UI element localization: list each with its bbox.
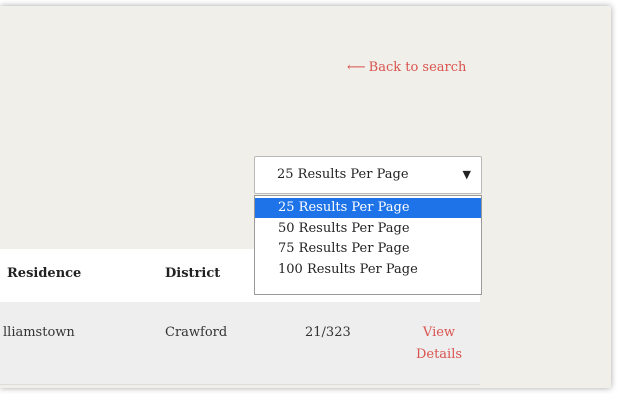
column-header-district: District bbox=[165, 266, 221, 281]
results-per-page-dropdown: 25 Results Per Page 50 Results Per Page … bbox=[254, 195, 482, 295]
results-panel: ⟵ Back to search 25 Results Per Page ▼ 2… bbox=[0, 6, 611, 388]
option-50-results[interactable]: 50 Results Per Page bbox=[255, 219, 481, 239]
option-100-results[interactable]: 100 Results Per Page bbox=[255, 260, 481, 280]
cell-district: Crawford bbox=[165, 325, 228, 340]
back-to-search-link[interactable]: ⟵ Back to search bbox=[347, 60, 466, 75]
option-75-results[interactable]: 75 Results Per Page bbox=[255, 239, 481, 259]
cell-number: 21/323 bbox=[305, 325, 351, 340]
table-row: lliamstown Crawford 21/323 View Details bbox=[0, 302, 480, 385]
column-header-residence: Residence bbox=[7, 266, 82, 281]
arrow-left-icon: ⟵ bbox=[347, 60, 366, 75]
option-25-results[interactable]: 25 Results Per Page bbox=[255, 198, 481, 218]
results-per-page-value: 25 Results Per Page bbox=[277, 167, 409, 182]
back-to-search-label: Back to search bbox=[368, 60, 467, 75]
chevron-down-icon: ▼ bbox=[462, 168, 471, 181]
view-details-link[interactable]: View Details bbox=[410, 322, 468, 366]
results-per-page-select[interactable]: 25 Results Per Page ▼ bbox=[254, 156, 482, 194]
cell-residence: lliamstown bbox=[3, 325, 75, 340]
